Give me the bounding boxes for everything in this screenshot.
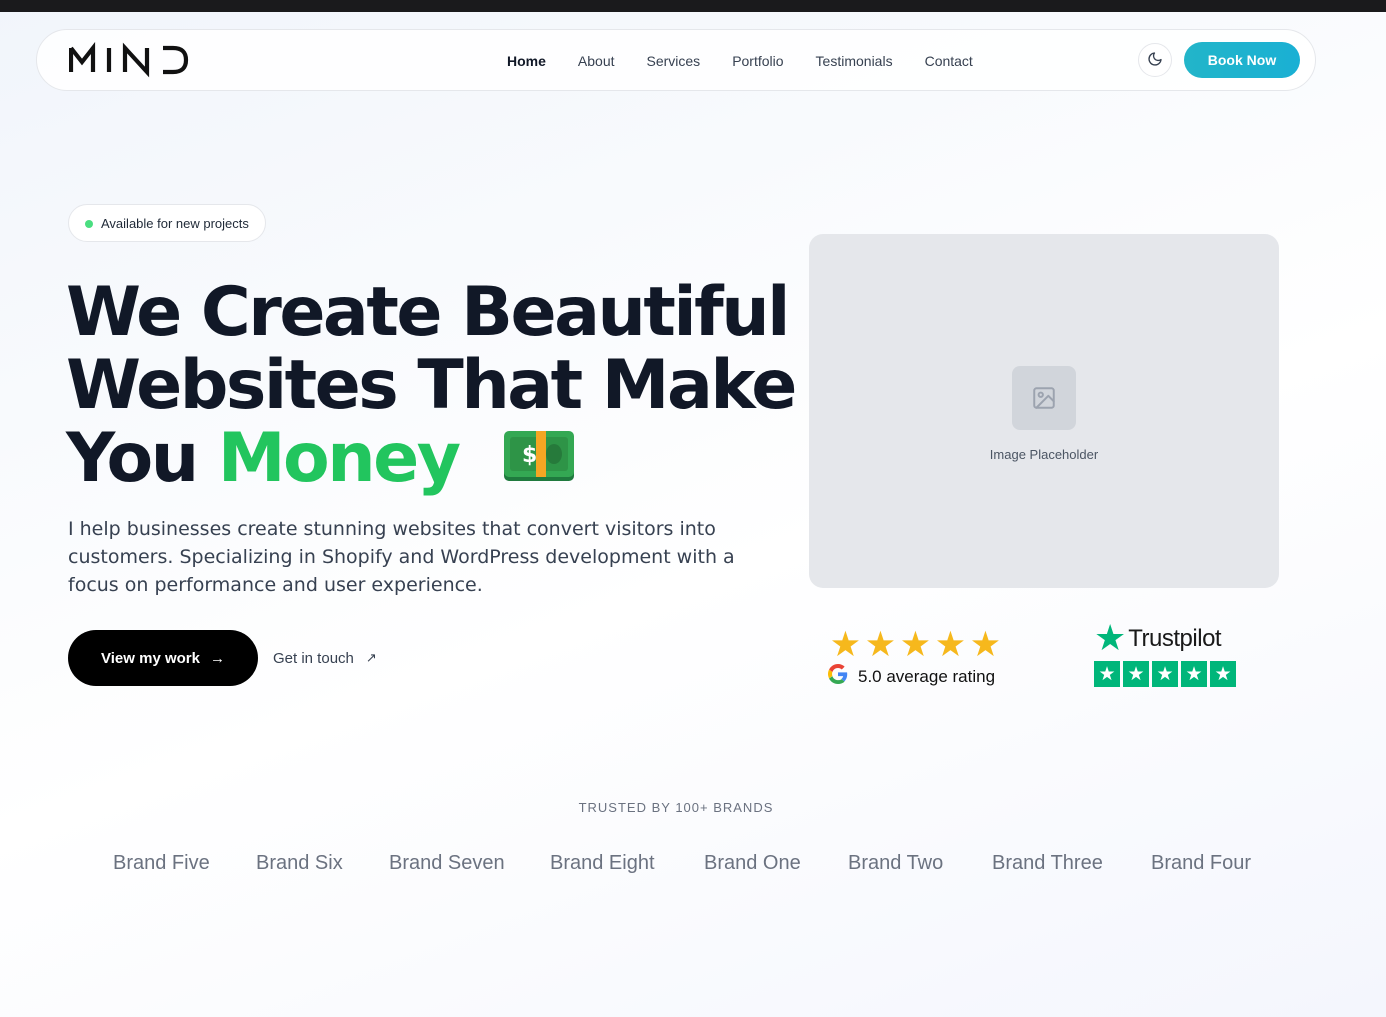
- trustpilot-star-icon: ★: [1094, 618, 1127, 659]
- star-icon: ★: [829, 625, 862, 665]
- star-icon: ★: [934, 625, 967, 665]
- arrow-up-right-icon: ↗: [365, 650, 377, 665]
- google-rating-line: 5.0 average rating: [828, 664, 1018, 689]
- nav-services[interactable]: Services: [647, 53, 701, 69]
- nav-about[interactable]: About: [578, 53, 615, 69]
- image-placeholder-label: Image Placeholder: [989, 447, 1099, 462]
- moon-icon: [1147, 51, 1163, 70]
- nav-contact[interactable]: Contact: [925, 53, 973, 69]
- brand-item: Brand Seven: [389, 852, 505, 874]
- google-rating: ★ ★ ★ ★ ★ 5.0 average rating: [828, 628, 1018, 688]
- nav-links: Home About Services Portfolio Testimonia…: [507, 30, 1005, 92]
- browser-top-bar: [0, 0, 1386, 12]
- star-icon: ★: [1123, 661, 1149, 687]
- star-icon: ★: [1094, 661, 1120, 687]
- nav-portfolio[interactable]: Portfolio: [732, 53, 783, 69]
- headline-money: Money: [217, 419, 461, 498]
- logo[interactable]: [69, 42, 189, 78]
- view-my-work-button[interactable]: View my work →: [68, 630, 258, 686]
- availability-badge: Available for new projects: [68, 204, 266, 242]
- get-in-touch-label: Get in touch: [273, 649, 354, 667]
- hero-headline: We Create Beautiful Websites That Make Y…: [66, 273, 797, 501]
- image-icon: [1012, 366, 1076, 430]
- nav-home[interactable]: Home: [507, 53, 546, 69]
- trustpilot-stars: ★ ★ ★ ★ ★: [1094, 661, 1239, 687]
- google-stars: ★ ★ ★ ★ ★: [828, 625, 1018, 665]
- headline-line-1: We Create Beautiful: [66, 273, 790, 352]
- availability-text: Available for new projects: [101, 215, 249, 231]
- brand-item: Brand Six: [256, 852, 343, 874]
- hero-image-placeholder: Image Placeholder: [809, 234, 1279, 588]
- brand-item: Brand Two: [848, 852, 944, 874]
- brand-item: Brand One: [704, 852, 801, 874]
- money-bill-icon: $: [502, 428, 576, 501]
- book-now-button[interactable]: Book Now: [1184, 42, 1300, 78]
- hero-lead-text: I help businesses create stunning websit…: [68, 518, 735, 596]
- star-icon: ★: [864, 625, 897, 665]
- star-icon: ★: [1181, 661, 1207, 687]
- brand-item: Brand Three: [992, 852, 1103, 874]
- brand-item: Brand Four: [1151, 852, 1252, 874]
- trustpilot-logo: ★ Trustpilot: [1094, 618, 1239, 659]
- headline-line-3: You Money $: [66, 422, 786, 501]
- brand-item: Brand Eight: [550, 852, 655, 874]
- arrow-right-icon: →: [209, 649, 225, 667]
- google-rating-text: 5.0 average rating: [858, 666, 996, 686]
- brand-item: Brand Five: [113, 852, 210, 874]
- star-icon: ★: [899, 625, 932, 665]
- star-icon: ★: [1152, 661, 1178, 687]
- theme-toggle-button[interactable]: [1138, 43, 1172, 77]
- star-icon: ★: [969, 625, 1002, 665]
- trustpilot-name: Trustpilot: [1128, 625, 1222, 652]
- headline-you: You: [66, 419, 199, 498]
- trusted-title: TRUSTED BY 100+ BRANDS: [578, 800, 774, 815]
- nav-testimonials[interactable]: Testimonials: [816, 53, 893, 69]
- brand-list: Brand Five Brand Six Brand Seven Brand E…: [0, 852, 1386, 882]
- google-g-icon: [828, 664, 848, 689]
- star-icon: ★: [1210, 661, 1236, 687]
- svg-text:$: $: [522, 443, 536, 468]
- trustpilot-rating: ★ Trustpilot ★ ★ ★ ★ ★: [1094, 618, 1239, 692]
- view-my-work-label: View my work: [101, 649, 200, 667]
- get-in-touch-link[interactable]: Get in touch ↗: [273, 646, 377, 670]
- status-dot: [85, 220, 93, 228]
- navbar: Home About Services Portfolio Testimonia…: [36, 29, 1316, 91]
- headline-line-2: Websites That Make: [66, 346, 797, 425]
